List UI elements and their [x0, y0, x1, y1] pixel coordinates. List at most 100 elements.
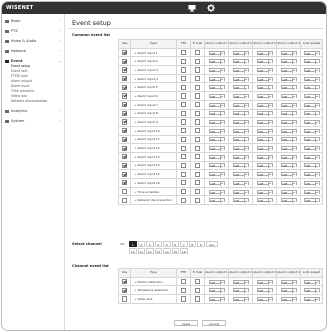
alarm-output-3-select[interactable]: Off [256, 163, 273, 169]
alarm-output-2-select[interactable]: Off [232, 85, 249, 91]
alarm-output-2-select[interactable]: Off [232, 128, 249, 134]
use-checkbox[interactable] [121, 278, 128, 285]
channel-button-15[interactable]: 15 [171, 248, 179, 254]
alarm-output-1-select[interactable]: Off [208, 189, 225, 195]
alarm-output-4-select[interactable]: Off [280, 111, 297, 117]
alarm-output-1-select[interactable]: Off [208, 67, 225, 73]
alarm-output-1-select[interactable]: Off [208, 102, 225, 108]
alarm-output-2-select[interactable]: Off [232, 172, 249, 178]
email-checkbox[interactable] [194, 110, 201, 116]
alarm-output-1-select[interactable]: Off [208, 198, 225, 204]
channel-button-3[interactable]: 3 [146, 241, 154, 247]
alarm-output-3-select[interactable]: Off [256, 59, 273, 65]
alarm-output-1-select[interactable]: Off [208, 85, 225, 91]
alarm-output-1-select[interactable]: Off [208, 128, 225, 134]
expand-plus-icon[interactable]: + [134, 103, 136, 107]
ftp-checkbox[interactable] [180, 49, 187, 56]
ftp-checkbox[interactable] [180, 162, 187, 169]
auto-preset-select[interactable]: Off [303, 128, 320, 134]
expand-plus-icon[interactable]: + [134, 172, 136, 176]
alarm-output-4-select[interactable]: Off [280, 154, 297, 160]
email-checkbox[interactable] [194, 49, 201, 56]
sidebar-item-system[interactable]: System › [5, 119, 60, 124]
ftp-checkbox[interactable] [180, 287, 187, 293]
auto-preset-select[interactable]: Off [303, 93, 320, 99]
use-checkbox[interactable] [121, 162, 128, 169]
alarm-output-3-select[interactable]: Off [256, 296, 273, 302]
alarm-output-4-select[interactable]: Off [280, 198, 297, 204]
ftp-checkbox[interactable] [180, 102, 187, 108]
alarm-output-3-select[interactable]: Off [256, 76, 273, 82]
email-checkbox[interactable] [194, 188, 201, 195]
email-checkbox[interactable] [194, 171, 201, 177]
alarm-output-3-select[interactable]: Off [256, 288, 273, 294]
alarm-output-2-select[interactable]: Off [232, 279, 249, 285]
email-checkbox[interactable] [194, 67, 201, 73]
expand-plus-icon[interactable]: + [134, 85, 136, 89]
alarm-output-4-select[interactable]: Off [280, 163, 297, 169]
expand-plus-icon[interactable]: + [134, 297, 136, 301]
alarm-output-2-select[interactable]: Off [232, 67, 249, 73]
email-checkbox[interactable] [194, 119, 201, 125]
alarm-output-3-select[interactable]: Off [256, 93, 273, 99]
alarm-output-4-select[interactable]: Off [280, 128, 297, 134]
alarm-output-4-select[interactable]: Off [280, 189, 297, 195]
use-checkbox[interactable] [121, 128, 128, 134]
alarm-output-2-select[interactable]: Off [232, 59, 249, 65]
alarm-output-1-select[interactable]: Off [208, 288, 225, 294]
alarm-output-2-select[interactable]: Off [232, 50, 249, 56]
alarm-output-1-select[interactable]: Off [208, 146, 225, 152]
expand-plus-icon[interactable]: + [134, 68, 136, 72]
sidebar-item-network[interactable]: Network › [5, 49, 60, 54]
channel-button-4[interactable]: 4 [154, 241, 162, 247]
expand-plus-icon[interactable]: + [134, 111, 136, 115]
alarm-output-2-select[interactable]: Off [232, 198, 249, 204]
alarm-output-2-select[interactable]: Off [232, 146, 249, 152]
use-checkbox[interactable] [121, 67, 128, 73]
expand-plus-icon[interactable]: + [134, 129, 136, 133]
channel-button-11[interactable]: 11 [137, 248, 145, 254]
expand-plus-icon[interactable]: + [134, 163, 136, 167]
auto-preset-select[interactable]: Off [303, 180, 320, 186]
use-checkbox[interactable] [121, 296, 128, 302]
channel-button-1[interactable]: 1 [129, 241, 137, 247]
alarm-output-4-select[interactable]: Off [280, 50, 297, 56]
alarm-output-3-select[interactable]: Off [256, 198, 273, 204]
channel-button-10[interactable]: 10 [129, 248, 137, 254]
alarm-output-4-select[interactable]: Off [280, 279, 297, 285]
alarm-output-1-select[interactable]: Off [208, 111, 225, 117]
use-checkbox[interactable] [121, 119, 128, 125]
alarm-output-2-select[interactable]: Off [232, 76, 249, 82]
sidebar-item-basic[interactable]: Basic › [5, 19, 60, 24]
expand-plus-icon[interactable]: + [134, 190, 136, 194]
alarm-output-2-select[interactable]: Off [232, 288, 249, 294]
ftp-checkbox[interactable] [180, 188, 187, 195]
expand-plus-icon[interactable]: + [134, 198, 136, 202]
expand-plus-icon[interactable]: + [134, 288, 136, 292]
alarm-output-1-select[interactable]: Off [208, 172, 225, 178]
alarm-output-2-select[interactable]: Off [232, 102, 249, 108]
use-checkbox[interactable] [121, 84, 128, 90]
alarm-output-4-select[interactable]: Off [280, 85, 297, 91]
expand-plus-icon[interactable]: + [134, 94, 136, 98]
alarm-output-3-select[interactable]: Off [256, 67, 273, 73]
ftp-checkbox[interactable] [180, 76, 187, 82]
channel-button-6[interactable]: 6 [171, 241, 179, 247]
email-checkbox[interactable] [194, 162, 201, 169]
alarm-output-2-select[interactable]: Off [232, 111, 249, 117]
auto-preset-select[interactable]: Off [303, 288, 320, 294]
email-checkbox[interactable] [194, 287, 201, 293]
alarm-output-1-select[interactable]: Off [208, 279, 225, 285]
auto-preset-select[interactable]: Off [303, 102, 320, 108]
alarm-output-2-select[interactable]: Off [232, 137, 249, 143]
alarm-output-3-select[interactable]: Off [256, 85, 273, 91]
use-checkbox[interactable] [121, 287, 128, 293]
ftp-checkbox[interactable] [180, 278, 187, 285]
alarm-output-4-select[interactable]: Off [280, 180, 297, 186]
email-checkbox[interactable] [194, 136, 201, 142]
use-checkbox[interactable] [121, 58, 128, 64]
alarm-output-3-select[interactable]: Off [256, 137, 273, 143]
email-checkbox[interactable] [194, 278, 201, 285]
expand-plus-icon[interactable]: + [134, 181, 136, 185]
expand-plus-icon[interactable]: + [134, 59, 136, 63]
